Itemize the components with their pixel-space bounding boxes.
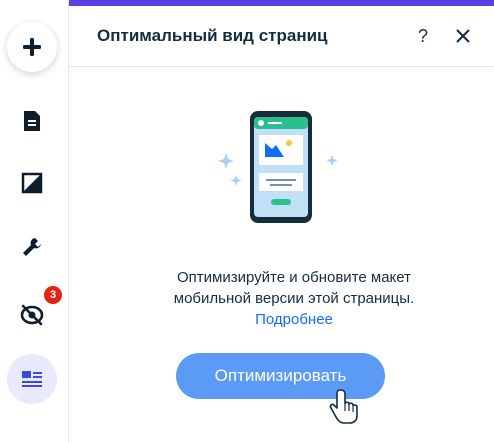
learn-more-link[interactable]: Подробнее bbox=[255, 311, 333, 328]
optimize-panel: Оптимальный вид страниц ? Оптимизируйте … bbox=[69, 0, 494, 442]
page-icon bbox=[24, 111, 40, 131]
design-button[interactable] bbox=[7, 158, 57, 208]
mobile-layout-button[interactable] bbox=[7, 354, 57, 404]
wrench-icon bbox=[23, 238, 41, 256]
hidden-eye-icon bbox=[20, 304, 44, 326]
editor-sidebar: 3 bbox=[0, 0, 69, 442]
design-icon bbox=[21, 172, 43, 194]
layout-icon bbox=[22, 371, 42, 387]
tools-button[interactable] bbox=[7, 222, 57, 272]
close-button[interactable] bbox=[451, 24, 475, 48]
pages-button[interactable] bbox=[7, 96, 57, 146]
plus-icon bbox=[23, 38, 41, 56]
close-icon bbox=[456, 29, 470, 43]
panel-header: Оптимальный вид страниц ? bbox=[69, 6, 494, 67]
mobile-phone-illustration bbox=[218, 111, 338, 223]
panel-description: Оптимизируйте и обновите макет мобильной… bbox=[149, 267, 439, 330]
description-text: Оптимизируйте и обновите макет мобильной… bbox=[173, 269, 415, 307]
panel-title: Оптимальный вид страниц bbox=[97, 26, 328, 45]
help-button[interactable]: ? bbox=[411, 24, 435, 48]
add-elements-button[interactable] bbox=[7, 22, 57, 72]
notification-badge: 3 bbox=[44, 286, 62, 304]
hand-pointer-icon bbox=[329, 389, 358, 424]
